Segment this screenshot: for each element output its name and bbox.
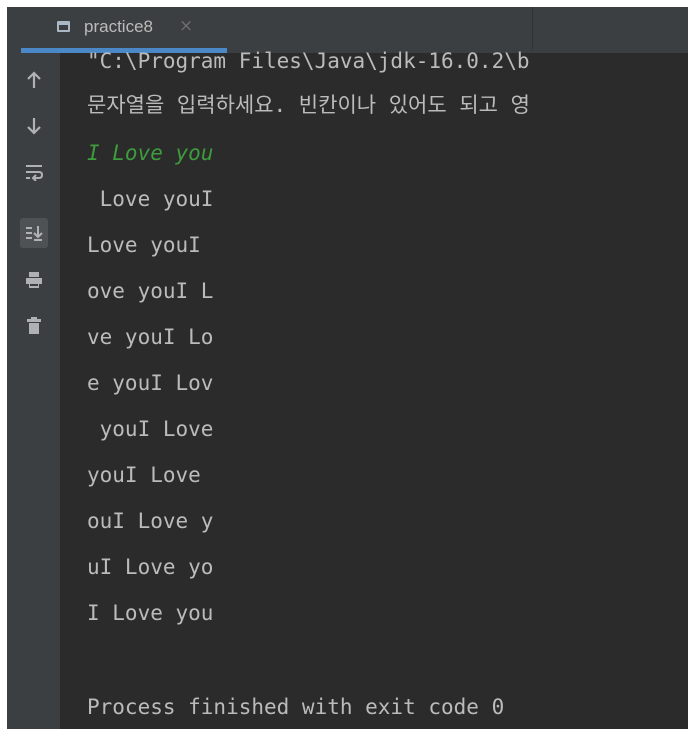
down-arrow-icon[interactable] — [20, 111, 48, 141]
console-output-line: ouI Love y — [87, 509, 214, 533]
console-output-line: uI Love yo — [87, 555, 214, 579]
tab-label: practice8 — [84, 17, 153, 36]
console-prompt-line: 문자열을 입력하세요. 빈칸이나 있어도 되고 영 — [87, 93, 530, 117]
console-exit-message: Process finished with exit code 0 — [87, 695, 505, 719]
console-output-line: Love youI — [87, 187, 214, 211]
console-output-line: ove youI L — [87, 279, 214, 303]
console-output-line: youI Love — [87, 463, 214, 487]
console-window-icon — [57, 21, 70, 32]
run-window: practice8 × "C:\Program Files\Java\jdk-1… — [7, 7, 688, 729]
run-tab-bar: practice8 × — [7, 7, 688, 53]
print-icon[interactable] — [20, 265, 48, 295]
up-arrow-icon[interactable] — [20, 65, 48, 95]
console-toolbar — [7, 53, 60, 729]
tab-practice8[interactable]: practice8 × — [7, 7, 227, 53]
console-output-line: youI Love — [87, 417, 214, 441]
console-output-line: ve youI Lo — [87, 325, 214, 349]
trash-icon[interactable] — [20, 311, 48, 341]
scroll-to-end-icon[interactable] — [20, 218, 48, 248]
console-output[interactable]: "C:\Program Files\Java\jdk-16.0.2\b 문자열을… — [60, 49, 688, 729]
console-output-line: e youI Lov — [87, 371, 214, 395]
console-user-input: I Love you — [87, 141, 214, 165]
soft-wrap-icon[interactable] — [20, 157, 48, 187]
console-command-line: "C:\Program Files\Java\jdk-16.0.2\b — [87, 49, 530, 73]
tab-divider — [532, 7, 533, 49]
console-output-line: Love youI — [87, 233, 214, 257]
console-output-line: I Love you — [87, 601, 214, 625]
close-icon[interactable]: × — [179, 16, 193, 36]
